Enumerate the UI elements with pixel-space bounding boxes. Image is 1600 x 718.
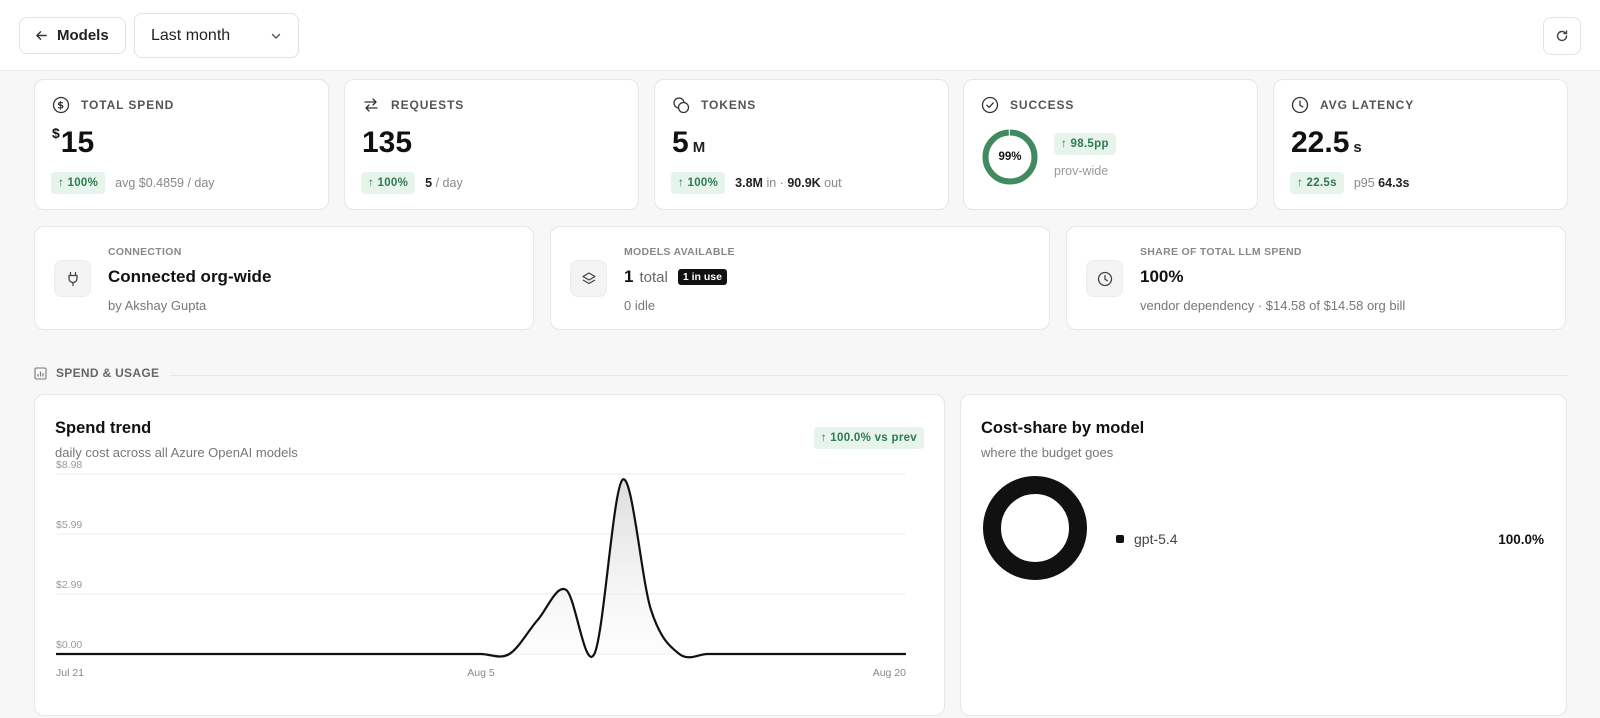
kpi-total-spend: $ TOTAL SPEND $15 ↑ 100% avg $0.4859 / d…: [34, 79, 329, 210]
kpi-note: avg $0.4859 / day: [115, 176, 215, 190]
plug-icon: [54, 260, 91, 297]
section-divider: [170, 375, 1567, 376]
kpi-note: p95 64.3s: [1353, 176, 1410, 190]
refresh-button[interactable]: [1543, 17, 1581, 55]
delta-badge: ↑ 100%: [51, 172, 106, 194]
refresh-icon: [1556, 30, 1568, 42]
delta-badge: ↑ 22.5s: [1290, 172, 1344, 194]
info-label: CONNECTION: [108, 246, 182, 258]
info-title: Connected org-wide: [108, 267, 272, 286]
y-tick-label: $5.99: [56, 519, 82, 531]
kpi-label: TOKENS: [701, 98, 757, 112]
legend-model-name: gpt-5.4: [1134, 531, 1178, 547]
kpi-requests: REQUESTS 135 ↑ 100% 5 / day: [344, 79, 639, 210]
info-title: 1 total 1 in use: [624, 267, 727, 287]
section-header: SPEND & USAGE: [34, 366, 159, 380]
coins-icon: [671, 95, 691, 115]
kpi-value: 135: [362, 126, 413, 159]
spend-trend-chart: $0.00 $2.99 $5.99 $8.98 Jul 21 Aug 5 Aug 20: [56, 459, 906, 679]
section-title: SPEND & USAGE: [56, 366, 160, 380]
pane-title: Cost-share by model: [981, 419, 1145, 437]
success-ring-label: 99%: [998, 151, 1022, 163]
check-circle-icon: [980, 95, 1000, 115]
period-select[interactable]: Last month: [134, 13, 299, 58]
clock-icon: [1290, 95, 1310, 115]
delta-badge: ↑ 100%: [671, 172, 726, 194]
kpi-success: SUCCESS 99% ↑ 98.5pp prov-wide: [963, 79, 1258, 210]
info-sub: vendor dependency · $14.58 of $14.58 org…: [1140, 298, 1406, 313]
in-use-badge: 1 in use: [677, 269, 727, 285]
spend-area-fill: [56, 479, 906, 658]
info-title: 100%: [1140, 267, 1184, 286]
kpi-value: $15: [52, 125, 95, 159]
layers-icon: [570, 260, 607, 297]
clock-icon: [1086, 260, 1123, 297]
x-tick-label: Aug 20: [873, 667, 906, 679]
back-to-models-button[interactable]: Models: [19, 17, 126, 54]
delta-badge: ↑ 98.5pp: [1054, 133, 1116, 155]
legend-item: gpt-5.4 100.0%: [1116, 531, 1544, 547]
cost-share-card: Cost-share by model where the budget goe…: [960, 394, 1567, 716]
spend-share-card: SHARE OF TOTAL LLM SPEND 100% vendor dep…: [1066, 226, 1566, 330]
kpi-label: REQUESTS: [391, 98, 465, 112]
y-tick-label: $0.00: [56, 639, 82, 651]
kpi-avg-latency: AVG LATENCY 22.5 s ↑ 22.5s p95 64.3s: [1273, 79, 1568, 210]
x-tick-label: Aug 5: [467, 667, 495, 679]
info-sub: 0 idle: [624, 298, 656, 313]
info-label: SHARE OF TOTAL LLM SPEND: [1140, 246, 1302, 258]
legend-swatch: [1116, 535, 1124, 543]
info-label: MODELS AVAILABLE: [624, 246, 735, 258]
kpi-value: 5M: [672, 126, 706, 159]
back-button-label: Models: [57, 27, 109, 44]
info-sub: by Akshay Gupta: [108, 298, 207, 313]
legend-percent: 100.0%: [1498, 531, 1544, 547]
delta-badge: ↑ 100%: [361, 172, 416, 194]
cost-share-donut: [983, 476, 1087, 580]
kpi-note: 3.8M in · 90.9K out: [735, 176, 842, 190]
y-tick-label: $8.98: [56, 459, 82, 471]
arrows-swap-icon: [361, 95, 381, 115]
models-available-card: MODELS AVAILABLE 1 total 1 in use 0 idle: [550, 226, 1050, 330]
spend-trend-card: Spend trend daily cost across all Azure …: [34, 394, 945, 716]
kpi-note: prov-wide: [1054, 164, 1109, 178]
spend-series-line: [56, 478, 906, 659]
dollar-icon: $: [51, 95, 71, 115]
donut-slice-gpt-5-4: [983, 476, 1087, 580]
chevron-down-icon: [271, 33, 281, 39]
kpi-tokens: TOKENS 5M ↑ 100% 3.8M in · 90.9K out: [654, 79, 949, 210]
kpi-note: 5 / day: [425, 176, 463, 190]
connection-card: CONNECTION Connected org-wide by Akshay …: [34, 226, 534, 330]
y-tick-label: $2.99: [56, 579, 82, 591]
success-ring: 99%: [981, 128, 1039, 186]
x-tick-label: Jul 21: [56, 667, 84, 679]
kpi-label: AVG LATENCY: [1320, 98, 1415, 112]
period-value: Last month: [151, 26, 231, 44]
kpi-label: TOTAL SPEND: [81, 98, 175, 112]
pane-subtitle: where the budget goes: [981, 445, 1114, 460]
kpi-label: SUCCESS: [1010, 98, 1075, 112]
kpi-value: 22.5 s: [1291, 126, 1362, 159]
arrow-left-icon: [36, 31, 47, 40]
svg-text:$: $: [57, 101, 65, 112]
top-bar: Models Last month: [0, 0, 1600, 71]
bar-chart-icon: [34, 366, 47, 380]
